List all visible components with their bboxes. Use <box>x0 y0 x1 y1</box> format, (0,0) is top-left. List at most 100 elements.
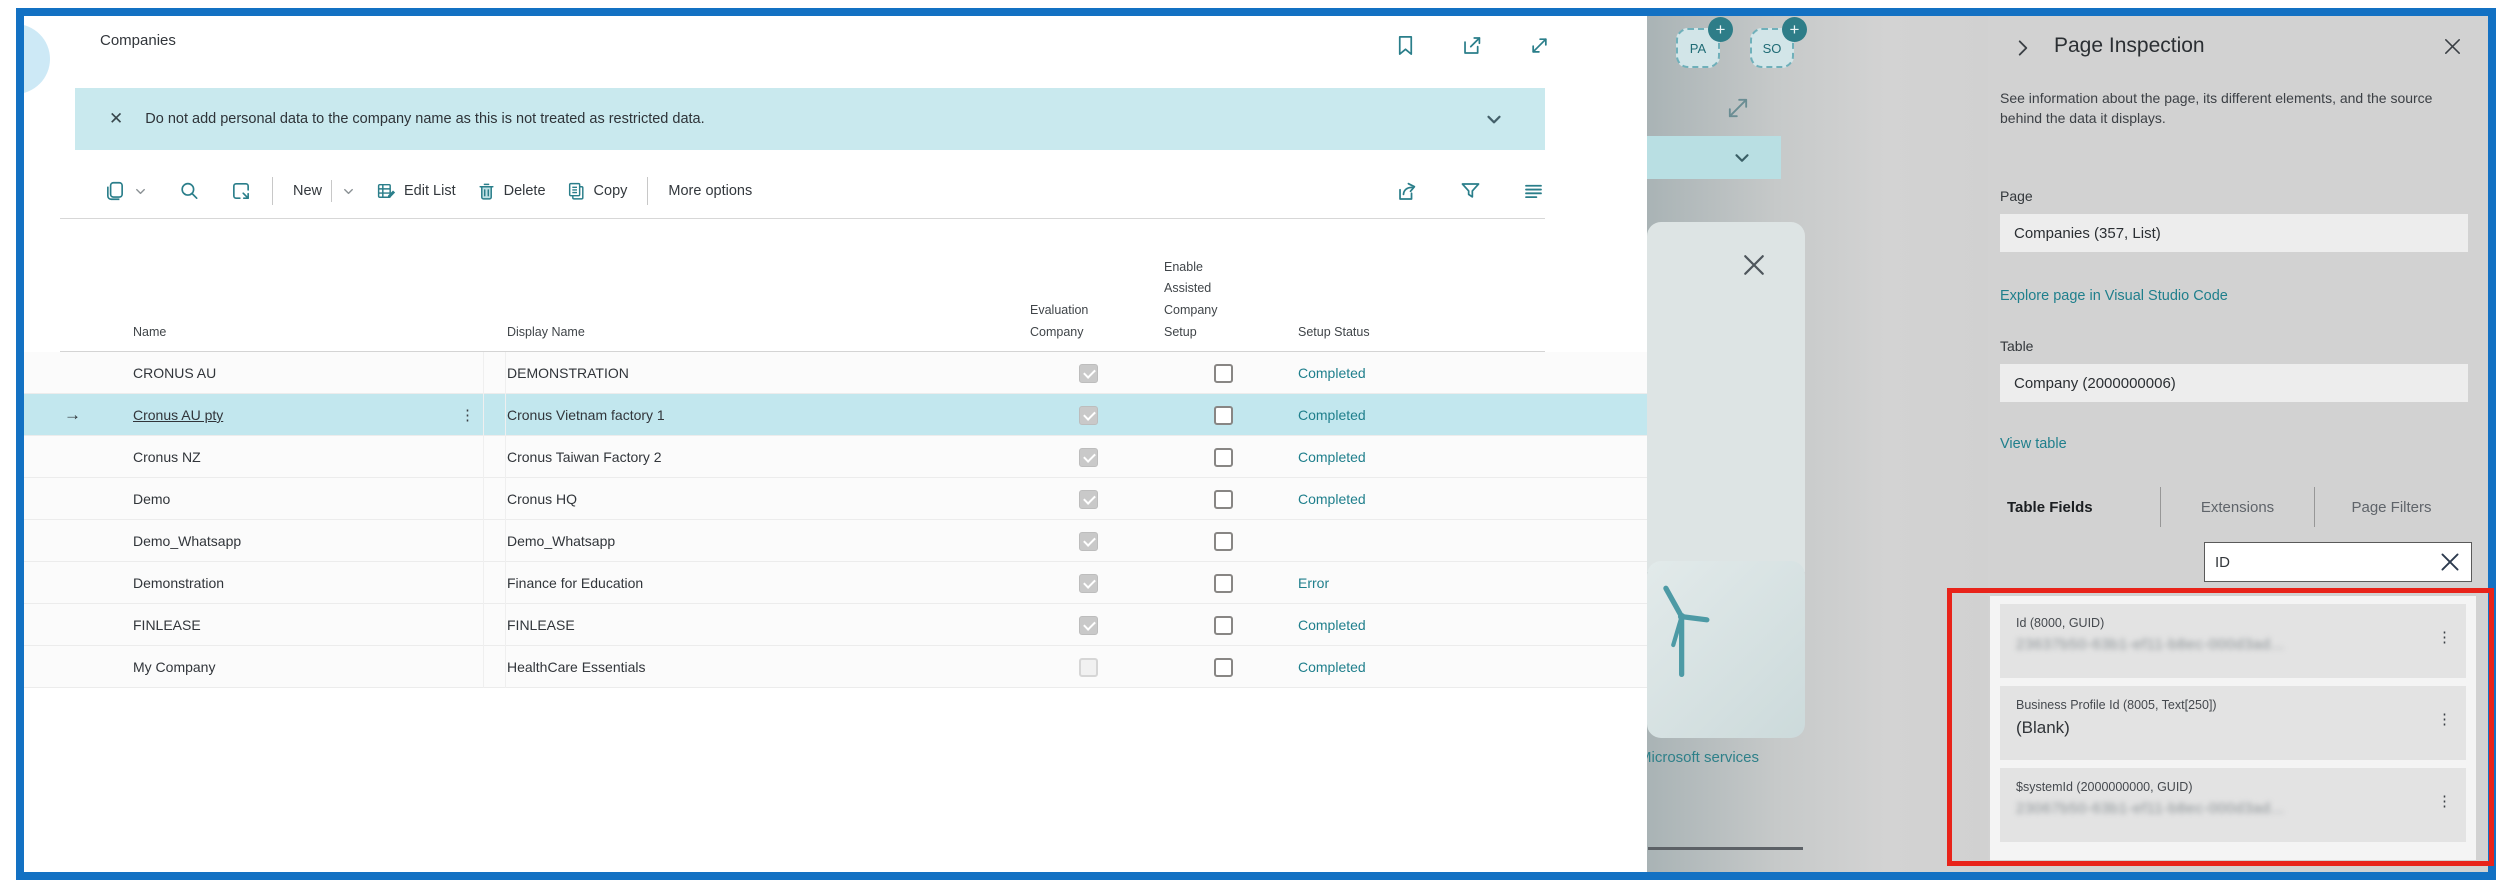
table-row[interactable]: → Demo ⋮ Cronus HQ Completed <box>24 478 1647 520</box>
setup-status-link[interactable]: Completed <box>1298 394 1366 436</box>
new-split-chevron-icon[interactable] <box>341 184 356 199</box>
field-search-input[interactable]: ID <box>2204 542 2472 582</box>
assisted-setup-checkbox[interactable] <box>1214 406 1233 425</box>
table-row[interactable]: → FINLEASE ⋮ FINLEASE Completed <box>24 604 1647 646</box>
setup-status-link[interactable]: Completed <box>1298 604 1366 646</box>
view-table-link[interactable]: View table <box>2000 436 2067 452</box>
field-list: Id (8000, GUID) 23637b50-63b1-ef11-b8ec-… <box>1990 596 2476 860</box>
tab-page-filters[interactable]: Page Filters <box>2315 499 2468 516</box>
copy-button[interactable]: Copy <box>556 177 638 206</box>
column-header-enable-assisted[interactable]: Enable Assisted Company Setup <box>1164 257 1218 345</box>
company-name-link[interactable]: Demo_Whatsapp <box>133 533 241 549</box>
dismiss-notification-icon[interactable]: ✕ <box>109 109 123 129</box>
field-card-business-profile-id[interactable]: Business Profile Id (8005, Text[250]) (B… <box>2000 686 2466 760</box>
setup-status-link[interactable]: Completed <box>1298 436 1366 478</box>
more-options-button[interactable]: More options <box>658 179 762 203</box>
row-menu-icon[interactable]: ⋮ <box>460 394 476 436</box>
bookmark-icon[interactable] <box>1394 34 1417 57</box>
assisted-setup-checkbox[interactable] <box>1214 532 1233 551</box>
clear-search-icon[interactable] <box>2437 549 2463 575</box>
close-panel-icon[interactable] <box>2441 35 2464 58</box>
display-name-cell[interactable]: Finance for Education <box>507 562 643 604</box>
field-card-id[interactable]: Id (8000, GUID) 23637b50-63b1-ef11-b8ec-… <box>2000 604 2466 678</box>
assisted-setup-checkbox[interactable] <box>1214 364 1233 383</box>
column-header-name[interactable]: Name <box>133 322 166 344</box>
field-menu-icon[interactable]: ⋮ <box>2437 792 2452 810</box>
assisted-setup-checkbox[interactable] <box>1214 490 1233 509</box>
display-name-cell[interactable]: Cronus HQ <box>507 478 577 520</box>
display-name-cell[interactable]: Cronus Vietnam factory 1 <box>507 394 665 436</box>
display-name-cell[interactable]: Demo_Whatsapp <box>507 520 615 562</box>
display-name-cell[interactable]: Cronus Taiwan Factory 2 <box>507 436 662 478</box>
column-header-display-name[interactable]: Display Name <box>507 322 585 344</box>
setup-status-link[interactable]: Error <box>1298 562 1329 604</box>
current-row-arrow-icon: → <box>64 394 81 436</box>
assisted-setup-checkbox[interactable] <box>1214 616 1233 635</box>
setup-status-link[interactable]: Completed <box>1298 646 1366 688</box>
company-pages-icon[interactable] <box>94 176 158 206</box>
views-list-icon[interactable] <box>1522 180 1545 203</box>
role-badge-so[interactable]: SO + <box>1748 26 1796 70</box>
column-header-setup-status[interactable]: Setup Status <box>1298 322 1370 344</box>
tab-table-fields[interactable]: Table Fields <box>2000 499 2160 516</box>
collapsed-header-bar[interactable] <box>1647 136 1781 179</box>
company-name-link[interactable]: Demonstration <box>133 575 224 591</box>
explore-page-link[interactable]: Explore page in Visual Studio Code <box>2000 288 2228 304</box>
display-name-cell[interactable]: DEMONSTRATION <box>507 352 629 394</box>
field-card-systemid[interactable]: $systemId (2000000000, GUID) 23067b50-63… <box>2000 768 2466 842</box>
field-menu-icon[interactable]: ⋮ <box>2437 628 2452 646</box>
assisted-setup-checkbox[interactable] <box>1214 448 1233 467</box>
assisted-setup-checkbox[interactable] <box>1214 658 1233 677</box>
display-name-cell[interactable]: HealthCare Essentials <box>507 646 646 688</box>
table-row[interactable]: → Cronus NZ ⋮ Cronus Taiwan Factory 2 Co… <box>24 436 1647 478</box>
microsoft-services-label[interactable]: Microsoft services <box>1639 749 1759 766</box>
evaluation-company-checkbox[interactable] <box>1079 532 1098 551</box>
company-name-link[interactable]: Cronus AU pty <box>133 407 223 423</box>
display-name-cell[interactable]: FINLEASE <box>507 604 575 646</box>
assisted-setup-checkbox[interactable] <box>1214 574 1233 593</box>
company-name-link[interactable]: CRONUS AU <box>133 365 216 381</box>
setup-status-link[interactable]: Completed <box>1298 352 1366 394</box>
setup-status-link[interactable]: Completed <box>1298 478 1366 520</box>
evaluation-company-checkbox[interactable] <box>1079 490 1098 509</box>
edit-list-button[interactable]: Edit List <box>366 177 466 206</box>
evaluation-company-checkbox[interactable] <box>1079 448 1098 467</box>
tab-extensions[interactable]: Extensions <box>2161 499 2314 516</box>
evaluation-company-checkbox[interactable] <box>1079 406 1098 425</box>
collapse-panel-chevron-icon[interactable] <box>2012 37 2034 59</box>
search-icon[interactable] <box>168 176 210 206</box>
open-in-new-window-icon[interactable] <box>1461 34 1484 57</box>
share-icon[interactable] <box>1396 180 1419 203</box>
column-header-evaluation-company[interactable]: Evaluation Company <box>1030 300 1118 344</box>
role-badge-pa[interactable]: PA + <box>1674 26 1722 70</box>
resize-diagonal-icon[interactable] <box>1724 94 1752 122</box>
new-button[interactable]: New <box>283 176 366 206</box>
search-value[interactable]: ID <box>2215 554 2437 571</box>
table-row[interactable]: → My Company ⋮ HealthCare Essentials Com… <box>24 646 1647 688</box>
add-badge-icon[interactable]: + <box>1708 17 1733 42</box>
action-toolbar: New Edit List Delete Copy More options <box>94 168 1545 214</box>
edit-list-icon <box>376 181 397 202</box>
field-menu-icon[interactable]: ⋮ <box>2437 710 2452 728</box>
add-badge-icon[interactable]: + <box>1782 17 1807 42</box>
table-row[interactable]: → Demo_Whatsapp ⋮ Demo_Whatsapp <box>24 520 1647 562</box>
evaluation-company-checkbox[interactable] <box>1079 574 1098 593</box>
microsoft-services-card[interactable] <box>1647 561 1805 738</box>
filter-icon[interactable] <box>1459 180 1482 203</box>
evaluation-company-checkbox[interactable] <box>1079 658 1098 677</box>
company-name-link[interactable]: Cronus NZ <box>133 449 201 465</box>
table-row[interactable]: → CRONUS AU ⋮ DEMONSTRATION Completed <box>24 352 1647 394</box>
table-row[interactable]: → Demonstration ⋮ Finance for Education … <box>24 562 1647 604</box>
close-icon[interactable] <box>1739 250 1769 280</box>
notification-chevron-down-icon[interactable] <box>1483 108 1505 130</box>
table-row[interactable]: → Cronus AU pty ⋮ Cronus Vietnam factory… <box>24 394 1647 436</box>
company-name-link[interactable]: Demo <box>133 491 170 507</box>
company-name-link[interactable]: FINLEASE <box>133 617 201 633</box>
delete-button[interactable]: Delete <box>466 177 556 206</box>
company-name-link[interactable]: My Company <box>133 659 215 675</box>
evaluation-company-checkbox[interactable] <box>1079 616 1098 635</box>
page-field-label: Page <box>2000 188 2033 204</box>
evaluation-company-checkbox[interactable] <box>1079 364 1098 383</box>
analyze-icon[interactable] <box>220 176 262 206</box>
expand-icon[interactable] <box>1528 34 1551 57</box>
